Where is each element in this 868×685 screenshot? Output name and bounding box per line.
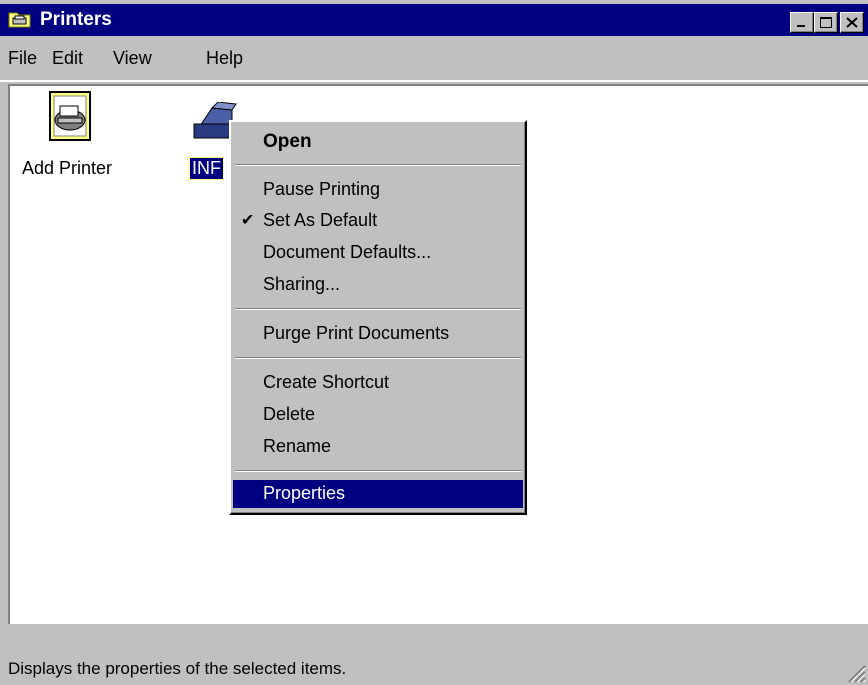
context-menu-properties[interactable]: Properties xyxy=(233,480,523,508)
check-mark-icon: ✔ xyxy=(241,212,255,229)
minimize-button[interactable] xyxy=(790,12,814,33)
menu-separator xyxy=(235,164,521,166)
context-menu-open[interactable]: Open xyxy=(233,128,523,156)
menu-edit[interactable]: Edit xyxy=(52,48,83,69)
maximize-icon xyxy=(820,17,832,28)
minimize-icon xyxy=(797,25,805,27)
menu-bar: File Edit View Help xyxy=(0,38,868,82)
title-bar[interactable]: Printers xyxy=(0,4,868,36)
close-button[interactable] xyxy=(840,12,864,33)
context-menu-document-defaults[interactable]: Document Defaults... xyxy=(233,239,523,267)
resize-grip-icon[interactable] xyxy=(844,661,866,683)
menu-view[interactable]: View xyxy=(113,48,152,69)
context-menu-set-as-default[interactable]: ✔ Set As Default xyxy=(233,207,523,235)
menu-separator xyxy=(235,308,521,310)
add-printer-icon[interactable] xyxy=(46,90,98,149)
icon-label-add-printer: Add Printer xyxy=(22,158,113,178)
context-menu-sharing[interactable]: Sharing... xyxy=(233,271,523,299)
context-menu-create-shortcut[interactable]: Create Shortcut xyxy=(233,369,523,397)
menu-help[interactable]: Help xyxy=(206,48,243,69)
menu-file[interactable]: File xyxy=(8,48,37,69)
context-menu: Open Pause Printing ✔ Set As Default Doc… xyxy=(229,120,527,515)
context-menu-pause-printing[interactable]: Pause Printing xyxy=(233,176,523,204)
menu-separator xyxy=(235,470,521,472)
close-icon xyxy=(846,17,858,28)
status-bar: Displays the properties of the selected … xyxy=(0,626,868,685)
icon-label-printer: INF xyxy=(189,157,224,180)
menu-separator xyxy=(235,357,521,359)
context-menu-rename[interactable]: Rename xyxy=(233,433,523,461)
maximize-button[interactable] xyxy=(814,12,838,33)
window-title: Printers xyxy=(40,9,112,30)
printers-folder-icon xyxy=(8,9,32,29)
status-text: Displays the properties of the selected … xyxy=(8,659,347,678)
context-menu-purge-print-documents[interactable]: Purge Print Documents xyxy=(233,320,523,348)
context-menu-delete[interactable]: Delete xyxy=(233,401,523,429)
printers-window: Printers File Edit View Help Add Printer xyxy=(0,0,868,685)
